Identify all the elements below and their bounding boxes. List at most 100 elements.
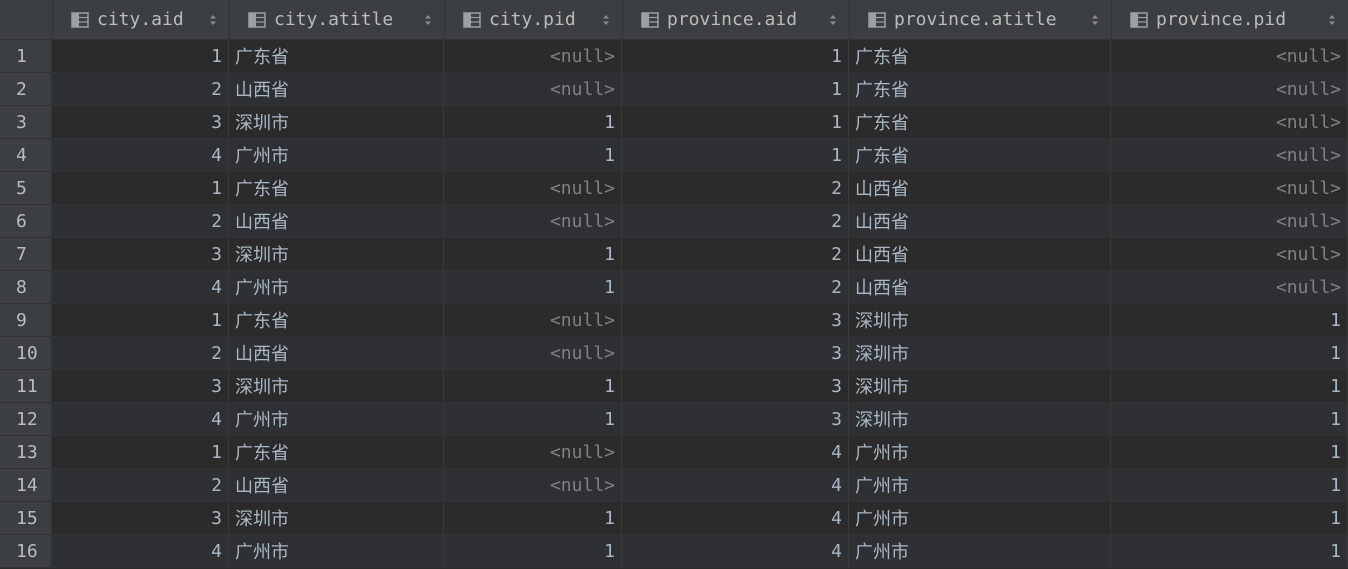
table-row[interactable]: 14 2 山西省 <null> 4 广州市 1 [0, 469, 1348, 502]
table-cell[interactable]: 3 [622, 370, 849, 402]
table-cell[interactable]: <null> [444, 469, 622, 501]
table-row[interactable]: 16 4 广州市 1 4 广州市 1 [0, 535, 1348, 568]
table-cell[interactable]: 1 [622, 139, 849, 171]
table-cell[interactable]: <null> [1111, 40, 1348, 72]
table-row[interactable]: 11 3 深圳市 1 3 深圳市 1 [0, 370, 1348, 403]
row-number[interactable]: 5 [0, 172, 52, 204]
table-row[interactable]: 13 1 广东省 <null> 4 广州市 1 [0, 436, 1348, 469]
table-cell[interactable]: 广州市 [849, 469, 1111, 501]
table-cell[interactable]: 2 [52, 73, 229, 105]
table-cell[interactable]: 3 [622, 403, 849, 435]
table-cell[interactable]: 2 [622, 271, 849, 303]
table-cell[interactable]: 广东省 [229, 436, 444, 468]
row-number-corner[interactable] [0, 0, 53, 39]
sort-arrows-icon[interactable] [209, 14, 217, 26]
table-cell[interactable]: 广东省 [849, 106, 1111, 138]
table-cell[interactable]: 广州市 [849, 502, 1111, 534]
table-cell[interactable]: 山西省 [229, 205, 444, 237]
table-cell[interactable]: 2 [622, 238, 849, 270]
table-cell[interactable]: 2 [622, 205, 849, 237]
table-cell[interactable]: 1 [444, 502, 622, 534]
table-cell[interactable]: 1 [52, 172, 229, 204]
row-number[interactable]: 14 [0, 469, 52, 501]
table-cell[interactable]: 3 [52, 238, 229, 270]
table-cell[interactable]: <null> [444, 40, 622, 72]
table-cell[interactable]: 1 [52, 304, 229, 336]
sort-arrows-icon[interactable] [1328, 14, 1336, 26]
sort-arrows-icon[interactable] [424, 14, 432, 26]
table-cell[interactable]: 深圳市 [849, 304, 1111, 336]
row-number[interactable]: 16 [0, 535, 52, 567]
table-cell[interactable]: 4 [52, 139, 229, 171]
table-row[interactable]: 9 1 广东省 <null> 3 深圳市 1 [0, 304, 1348, 337]
row-number[interactable]: 7 [0, 238, 52, 270]
table-row[interactable]: 10 2 山西省 <null> 3 深圳市 1 [0, 337, 1348, 370]
table-cell[interactable]: 1 [1111, 370, 1348, 402]
table-row[interactable]: 1 1 广东省 <null> 1 广东省 <null> [0, 40, 1348, 73]
table-cell[interactable]: 1 [444, 106, 622, 138]
table-cell[interactable]: 3 [622, 337, 849, 369]
table-cell[interactable]: <null> [1111, 238, 1348, 270]
table-cell[interactable]: 1 [444, 271, 622, 303]
table-row[interactable]: 8 4 广州市 1 2 山西省 <null> [0, 271, 1348, 304]
table-cell[interactable]: 3 [622, 304, 849, 336]
table-cell[interactable]: <null> [444, 73, 622, 105]
row-number[interactable]: 15 [0, 502, 52, 534]
column-header[interactable]: province.aid [623, 0, 850, 39]
table-cell[interactable]: <null> [1111, 205, 1348, 237]
table-cell[interactable]: 山西省 [849, 172, 1111, 204]
table-cell[interactable]: 2 [52, 469, 229, 501]
row-number[interactable]: 11 [0, 370, 52, 402]
table-cell[interactable]: 4 [622, 436, 849, 468]
column-header[interactable]: province.pid [1112, 0, 1348, 39]
table-cell[interactable]: 山西省 [849, 271, 1111, 303]
table-cell[interactable]: 广东省 [849, 73, 1111, 105]
row-number[interactable]: 12 [0, 403, 52, 435]
table-cell[interactable]: <null> [1111, 139, 1348, 171]
row-number[interactable]: 9 [0, 304, 52, 336]
table-cell[interactable]: 1 [622, 106, 849, 138]
table-row[interactable]: 12 4 广州市 1 3 深圳市 1 [0, 403, 1348, 436]
table-cell[interactable]: 广东省 [849, 139, 1111, 171]
table-cell[interactable]: <null> [1111, 106, 1348, 138]
table-cell[interactable]: 深圳市 [849, 337, 1111, 369]
table-cell[interactable]: 1 [1111, 337, 1348, 369]
column-header[interactable]: city.aid [53, 0, 230, 39]
table-cell[interactable]: <null> [444, 337, 622, 369]
table-cell[interactable]: <null> [444, 172, 622, 204]
table-cell[interactable]: 2 [622, 172, 849, 204]
table-row[interactable]: 3 3 深圳市 1 1 广东省 <null> [0, 106, 1348, 139]
table-cell[interactable]: 1 [1111, 535, 1348, 567]
table-cell[interactable]: 1 [444, 238, 622, 270]
table-cell[interactable]: 2 [52, 337, 229, 369]
row-number[interactable]: 1 [0, 40, 52, 72]
column-header[interactable]: city.atitle [230, 0, 445, 39]
table-cell[interactable]: 深圳市 [229, 502, 444, 534]
table-cell[interactable]: 1 [444, 139, 622, 171]
table-row[interactable]: 15 3 深圳市 1 4 广州市 1 [0, 502, 1348, 535]
table-cell[interactable]: 广州市 [229, 139, 444, 171]
table-row[interactable]: 4 4 广州市 1 1 广东省 <null> [0, 139, 1348, 172]
table-cell[interactable]: 3 [52, 370, 229, 402]
table-cell[interactable]: 山西省 [229, 73, 444, 105]
table-cell[interactable]: 山西省 [849, 238, 1111, 270]
table-row[interactable]: 2 2 山西省 <null> 1 广东省 <null> [0, 73, 1348, 106]
table-cell[interactable]: 1 [1111, 469, 1348, 501]
table-cell[interactable]: 4 [622, 469, 849, 501]
table-cell[interactable]: 4 [52, 403, 229, 435]
table-cell[interactable]: <null> [1111, 271, 1348, 303]
row-number[interactable]: 8 [0, 271, 52, 303]
table-cell[interactable]: 广东省 [229, 40, 444, 72]
table-cell[interactable]: 4 [52, 271, 229, 303]
table-cell[interactable]: <null> [444, 304, 622, 336]
table-cell[interactable]: 广州市 [229, 403, 444, 435]
table-cell[interactable]: 广州市 [849, 535, 1111, 567]
table-cell[interactable]: 深圳市 [229, 106, 444, 138]
result-grid[interactable]: city.aid city.atitle city.pid province.aid p… [0, 0, 1348, 569]
table-cell[interactable]: <null> [444, 436, 622, 468]
table-cell[interactable]: 1 [622, 73, 849, 105]
table-cell[interactable]: 山西省 [229, 469, 444, 501]
table-cell[interactable]: 1 [1111, 403, 1348, 435]
table-cell[interactable]: 山西省 [229, 337, 444, 369]
table-cell[interactable]: <null> [444, 205, 622, 237]
